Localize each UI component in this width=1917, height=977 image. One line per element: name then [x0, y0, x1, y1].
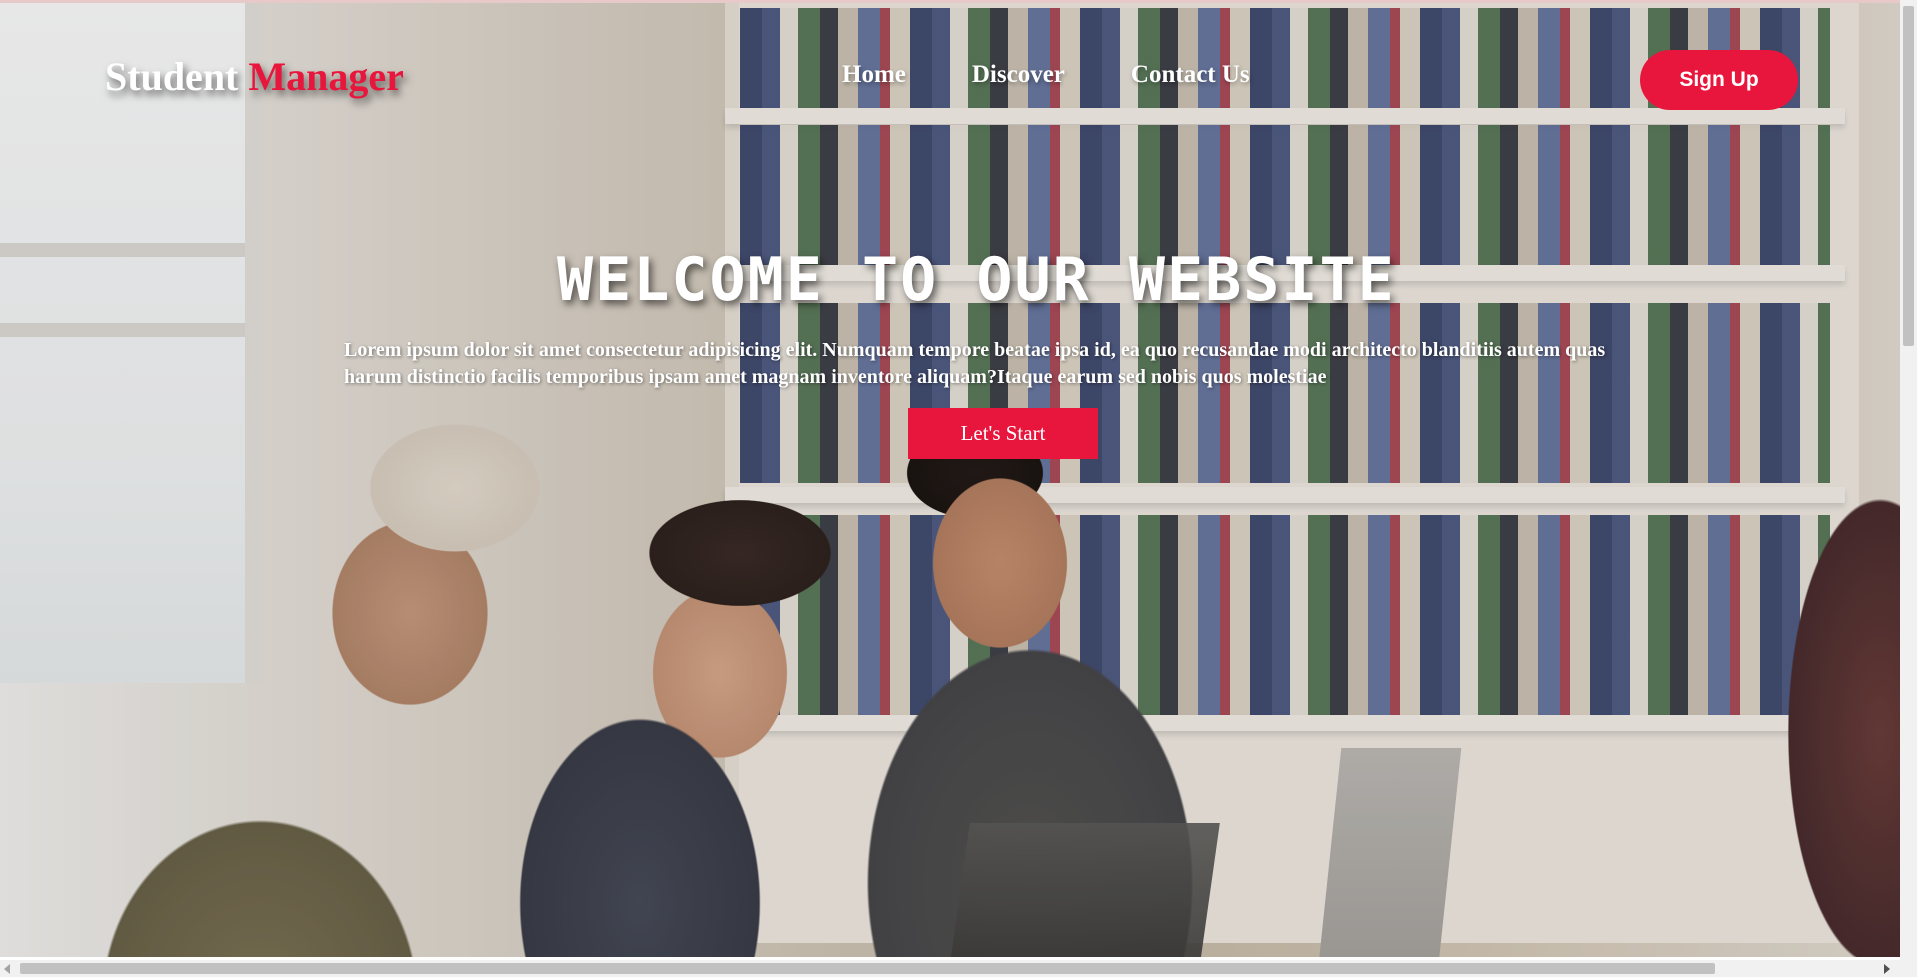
hero-section: Student Manager Home Discover Contact Us…: [0, 0, 1900, 957]
scroll-right-icon[interactable]: [1884, 964, 1890, 974]
nav-contact-link[interactable]: Contact Us: [1131, 61, 1250, 89]
lets-start-button[interactable]: Let's Start: [908, 408, 1098, 459]
hero-title: WELCOME TO OUR WEBSITE: [557, 245, 1396, 315]
sign-up-button[interactable]: Sign Up: [1640, 50, 1798, 110]
hero-description: Lorem ipsum dolor sit amet consectetur a…: [344, 339, 1606, 388]
scroll-left-icon[interactable]: [4, 964, 10, 974]
horizontal-scroll-thumb[interactable]: [20, 963, 1715, 974]
page: Student Manager Home Discover Contact Us…: [0, 0, 1917, 977]
logo-text: Student: [105, 54, 249, 99]
main-nav: Home Discover Contact Us: [842, 61, 1250, 89]
horizontal-scrollbar[interactable]: [0, 960, 1917, 977]
vertical-scroll-thumb[interactable]: [1903, 6, 1914, 346]
nav-discover-link[interactable]: Discover: [972, 61, 1065, 89]
logo-accent-text: Manager: [248, 54, 404, 99]
vertical-scrollbar[interactable]: [1900, 0, 1917, 960]
background-overlay: [0, 3, 1900, 957]
site-logo[interactable]: Student Manager: [105, 53, 404, 100]
nav-home-link[interactable]: Home: [842, 61, 906, 89]
